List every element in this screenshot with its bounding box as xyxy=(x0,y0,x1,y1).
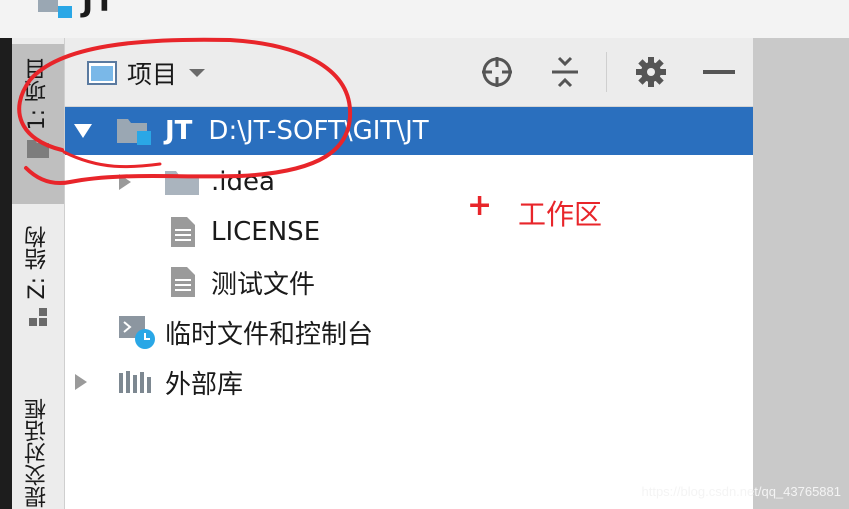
locate-button[interactable] xyxy=(479,54,515,90)
structure-icon xyxy=(29,308,47,327)
sidebar-tab-project[interactable]: 1: 项目 xyxy=(12,58,64,159)
view-selector-label: 项目 xyxy=(127,60,178,89)
tree-row-label: LICENSE xyxy=(211,217,321,247)
folder-icon xyxy=(165,171,199,195)
view-selector-dropdown[interactable]: 项目 xyxy=(87,56,207,90)
project-panel: 项目 JT D:\JT-SOFT\GIT\JT .idea LICENSE 测试… xyxy=(65,38,753,509)
tree-row-label: 测试文件 xyxy=(211,269,316,300)
collapsed-arrow-icon[interactable] xyxy=(117,172,133,192)
module-folder-icon xyxy=(117,119,151,145)
annotation-plus: + xyxy=(467,188,493,223)
hide-panel-button[interactable] xyxy=(701,54,737,90)
collapsed-arrow-icon[interactable] xyxy=(73,372,89,392)
scratches-icon xyxy=(119,316,155,349)
collapse-all-button[interactable] xyxy=(547,54,583,90)
window-edge xyxy=(0,38,12,509)
sidebar-tab-label: 提交对话框 xyxy=(25,398,50,508)
module-path: D:\JT-SOFT\GIT\JT xyxy=(208,116,429,146)
gear-icon xyxy=(636,57,666,87)
library-icon xyxy=(119,371,151,393)
tree-row-label: JT D:\JT-SOFT\GIT\JT xyxy=(165,116,429,146)
tree-row-label: 外部库 xyxy=(165,369,244,400)
sidebar-tab-structure[interactable]: Z: 结构 xyxy=(12,226,64,327)
minimize-icon xyxy=(703,70,735,74)
tree-row-label: .idea xyxy=(211,167,275,197)
sidebar-tab-label: Z: 结构 xyxy=(25,226,50,300)
project-view-icon xyxy=(87,61,117,85)
tree-row-root[interactable]: JT D:\JT-SOFT\GIT\JT xyxy=(65,107,753,155)
text-file-icon xyxy=(171,267,195,297)
tree-row-test-file[interactable]: 测试文件 xyxy=(65,258,753,306)
expand-arrow-icon[interactable] xyxy=(73,122,93,140)
title-bar: JT xyxy=(0,0,849,39)
module-name: JT xyxy=(165,116,193,146)
sidebar-tab-label: 1: 项目 xyxy=(25,58,50,131)
annotation-label: 工作区 xyxy=(518,198,603,231)
panel-header: 项目 xyxy=(65,38,753,107)
settings-button[interactable] xyxy=(633,54,669,90)
tree-row-license[interactable]: LICENSE xyxy=(65,208,753,256)
sidebar-tab-commit[interactable]: 提交对话框 xyxy=(12,398,64,508)
editor-area: https://blog.csdn.net/qq_43765881 xyxy=(642,38,849,509)
window-title: JT xyxy=(82,0,116,19)
project-folder-icon xyxy=(38,0,72,18)
folder-icon xyxy=(27,140,49,159)
tree-row-label: 临时文件和控制台 xyxy=(165,319,374,350)
toolbar-separator xyxy=(606,52,607,92)
text-file-icon xyxy=(171,217,195,247)
tree-row-idea[interactable]: .idea xyxy=(65,158,753,206)
chevron-down-icon xyxy=(189,69,206,77)
locate-target-icon xyxy=(482,57,512,87)
collapse-all-icon xyxy=(552,56,578,88)
tree-row-external-libraries[interactable]: 外部库 xyxy=(65,358,753,406)
watermark: https://blog.csdn.net/qq_43765881 xyxy=(641,484,842,499)
tree-row-scratches[interactable]: 临时文件和控制台 xyxy=(65,308,753,356)
